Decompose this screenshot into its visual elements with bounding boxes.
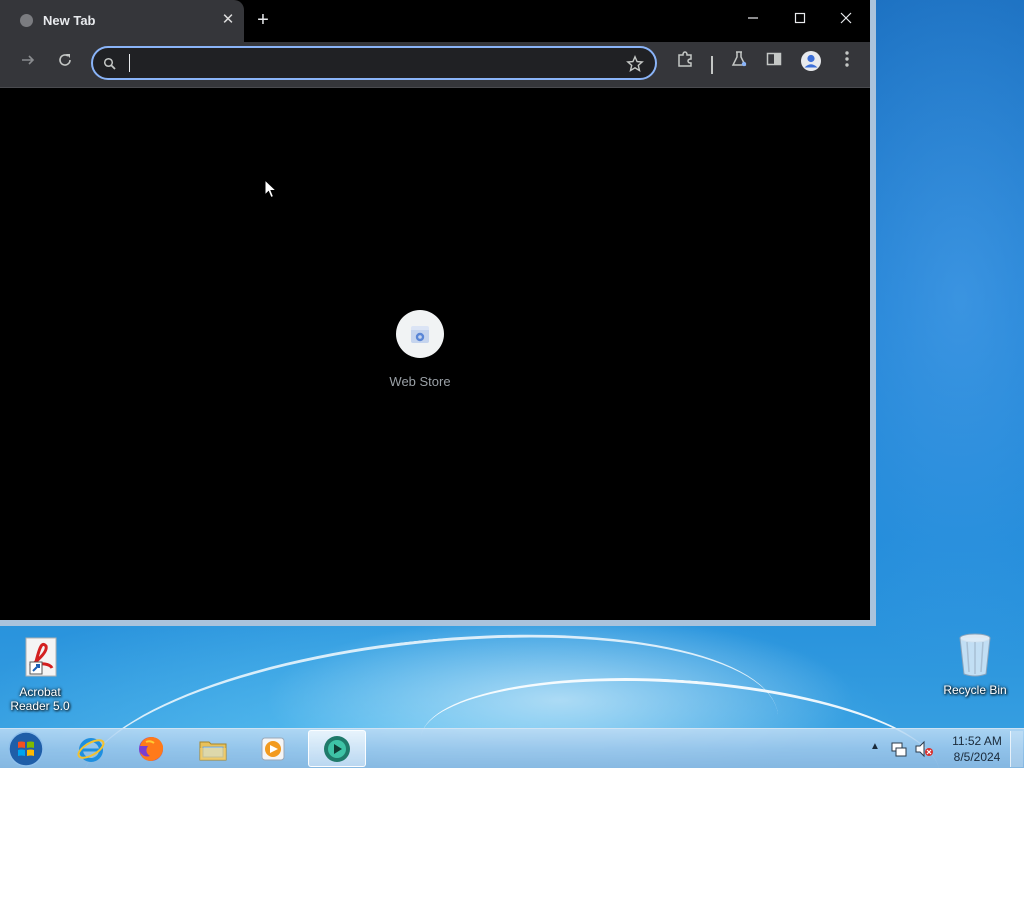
volume-muted-icon[interactable] [914,740,934,758]
menu-button[interactable] [833,50,861,78]
system-tray: ▲ 11:52 AM 8/5/2024 [866,729,1024,769]
title-bar: New Tab ✕ + [0,0,870,42]
labs-button[interactable] [725,50,753,78]
taskbar: ▲ 11:52 AM 8/5/2024 [0,728,1024,768]
minimize-button[interactable] [738,6,768,34]
extensions-button[interactable] [671,50,699,78]
taskbar-firefox[interactable] [122,730,180,767]
puzzle-icon [678,51,692,67]
search-icon [103,57,116,70]
windows-start-icon [8,731,44,767]
text-caret [129,54,130,72]
maximize-icon [794,12,806,24]
desktop-icon-label: Recycle Bin [943,683,1007,697]
desktop-icon-label: Acrobat [19,685,61,699]
browser-app-icon [324,736,350,762]
avatar-icon [801,51,821,71]
taskbar-internet-explorer[interactable] [62,730,120,767]
shortcut-icon-circle [396,310,444,358]
shortcut-label: Web Store [389,374,451,389]
mouse-pointer-icon [264,179,278,199]
profile-button[interactable] [797,50,825,78]
maximize-button[interactable] [785,6,815,34]
new-tab-button[interactable]: + [252,9,274,31]
address-input[interactable] [127,53,611,75]
close-window-button[interactable] [831,6,861,34]
internet-explorer-icon [77,738,105,762]
taskbar-chrome-active[interactable] [308,730,366,767]
new-tab-page: Web Store [0,88,870,620]
media-player-icon [261,737,285,761]
clock-time[interactable]: 11:52 AM [946,734,1008,748]
clock-date[interactable]: 8/5/2024 [946,750,1008,764]
close-icon [840,12,852,24]
shortcut-web-store[interactable]: Web Store [370,306,470,396]
show-desktop-button[interactable] [1010,731,1023,767]
browser-window: New Tab ✕ + Web Store [0,0,876,626]
desktop-icon-recycle-bin[interactable]: Recycle Bin [935,632,1015,697]
desktop-icon-acrobat-reader[interactable]: Acrobat Reader 5.0 [0,632,80,713]
arrow-right-icon [22,55,35,65]
desktop-icon-label: Reader 5.0 [10,699,70,713]
show-hidden-icons-button[interactable]: ▲ [870,741,880,752]
folder-icon [199,741,227,761]
close-tab-icon[interactable]: ✕ [218,10,238,30]
browser-toolbar [0,42,870,88]
web-store-icon [411,326,429,343]
address-bar[interactable] [91,46,657,80]
start-button[interactable] [6,730,46,768]
side-panel-button[interactable] [760,50,788,78]
flask-icon [731,51,747,67]
globe-icon [20,14,33,27]
side-panel-icon [766,52,782,66]
minimize-icon [748,17,758,19]
reload-button[interactable] [51,50,79,78]
bookmark-star-icon[interactable] [626,55,644,73]
toolbar-divider [711,56,713,74]
recycle-bin-icon [959,633,991,677]
network-icon[interactable] [890,740,908,758]
taskbar-media-player[interactable] [244,730,302,767]
reload-icon [59,54,71,66]
tab-title: New Tab [43,13,96,28]
forward-button[interactable] [14,50,42,78]
tab-new-tab[interactable]: New Tab ✕ [0,0,244,42]
firefox-icon [139,737,164,761]
taskbar-file-explorer[interactable] [184,730,242,767]
more-vertical-icon [845,51,849,67]
acrobat-reader-icon [25,637,57,677]
